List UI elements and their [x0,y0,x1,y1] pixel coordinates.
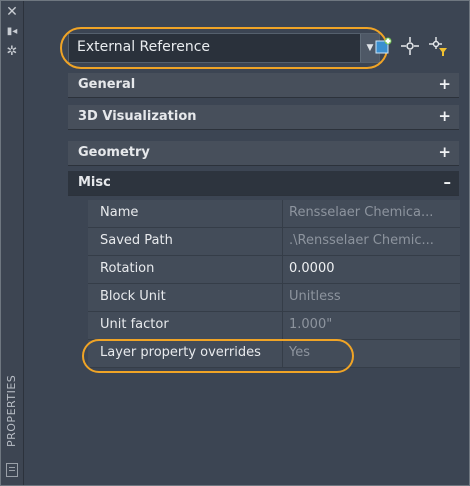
property-name-cell: Saved Path [88,228,282,256]
overrides-highlight-ellipse [82,339,354,373]
palette-menu-icon[interactable] [6,463,18,477]
expand-icon[interactable]: + [438,107,451,125]
property-row-saved-path[interactable]: Saved Path .\Rensselaer Chemic... [68,228,460,256]
section-geometry-label: Geometry [78,145,150,160]
palette-title-bar: ✕ ▮◂ ✲ PROPERTIES [1,1,24,485]
palette-settings-icon[interactable]: ✲ [4,45,20,59]
property-label: Rotation [100,261,155,276]
property-value-cell[interactable]: .\Rensselaer Chemic... [282,228,460,256]
property-row-block-unit[interactable]: Block Unit Unitless [68,284,460,312]
palette-title: PROPERTIES [5,374,18,448]
section-misc[interactable]: Misc – [68,171,459,196]
property-label: Block Unit [100,289,166,304]
row-gutter [68,312,88,340]
property-name-cell: Name [88,200,282,228]
property-value: .\Rensselaer Chemic... [289,233,434,248]
property-value: Rensselaer Chemica... [289,205,434,220]
property-label: Name [100,205,139,220]
property-label: Saved Path [100,233,173,248]
property-value-cell[interactable]: Unitless [282,284,460,312]
section-misc-label: Misc [78,175,111,190]
section-3d-visualization-label: 3D Visualization [78,109,197,124]
expand-icon[interactable]: + [438,75,451,93]
dropdown-highlight-ellipse [60,27,388,69]
expand-icon[interactable]: + [438,143,451,161]
section-geometry[interactable]: Geometry + [68,141,459,166]
property-value-cell[interactable]: 1.000" [282,312,460,340]
pickadd-icon[interactable] [400,35,420,57]
section-general[interactable]: General + [68,73,459,98]
property-value-cell[interactable]: 0.0000 [282,256,460,284]
property-label: Unit factor [100,317,169,332]
collapse-icon[interactable]: – [444,173,452,191]
property-value: 0.0000 [289,261,335,276]
property-row-unit-factor[interactable]: Unit factor 1.000" [68,312,460,340]
row-gutter [68,200,88,228]
quick-select-icon[interactable] [428,35,448,57]
section-general-label: General [78,77,136,92]
row-gutter [68,256,88,284]
section-3d-visualization[interactable]: 3D Visualization + [68,105,459,130]
row-gutter [68,228,88,256]
object-type-bar: External Reference ▼ [24,1,469,71]
close-icon[interactable]: ✕ [4,5,20,19]
property-row-rotation[interactable]: Rotation 0.0000 [68,256,460,284]
row-gutter [68,284,88,312]
properties-palette: ✕ ▮◂ ✲ PROPERTIES External Reference ▼ G… [0,0,470,486]
select-objects-icon[interactable] [374,35,394,57]
property-name-cell: Rotation [88,256,282,284]
property-row-name[interactable]: Name Rensselaer Chemica... [68,200,460,228]
property-value: Unitless [289,289,341,304]
property-name-cell: Unit factor [88,312,282,340]
property-value-cell[interactable]: Rensselaer Chemica... [282,200,460,228]
auto-hide-icon[interactable]: ▮◂ [4,25,20,39]
property-value: 1.000" [289,317,333,332]
properties-content: External Reference ▼ General + 3D Visual… [24,1,469,485]
property-name-cell: Block Unit [88,284,282,312]
